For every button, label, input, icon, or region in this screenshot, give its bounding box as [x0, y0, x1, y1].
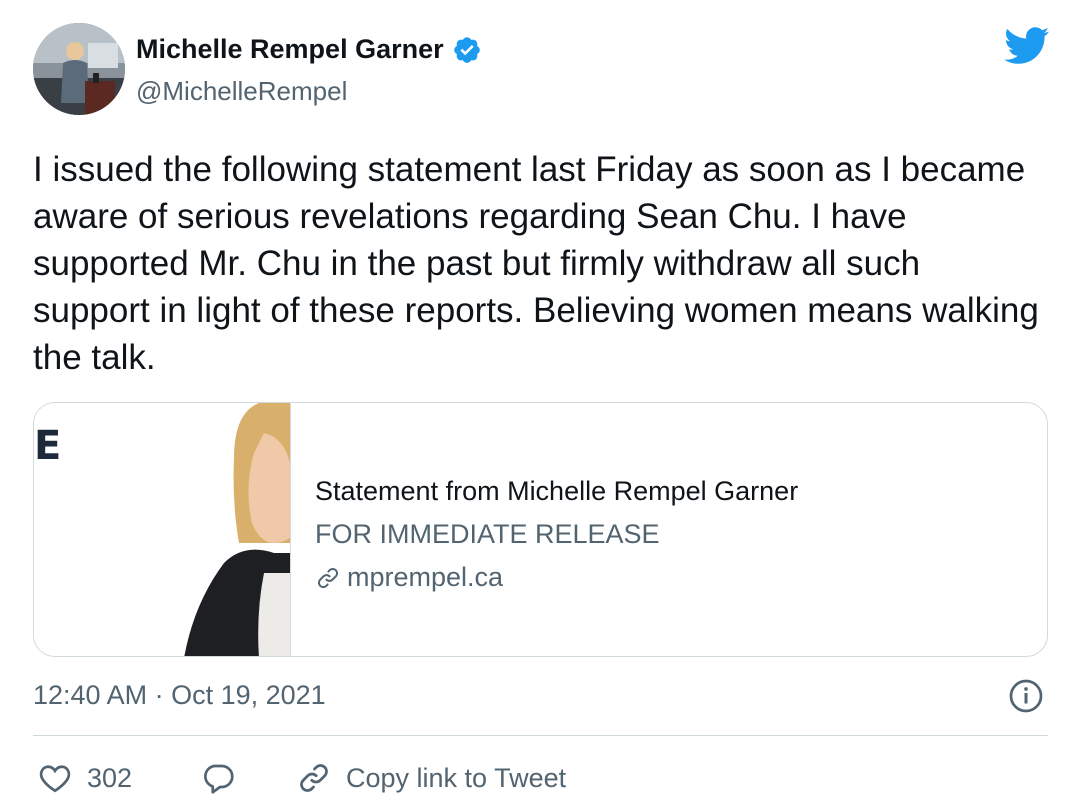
reply-icon	[204, 764, 234, 794]
author-handle[interactable]: @MichelleRempel	[136, 76, 347, 107]
card-image-letter: E	[34, 423, 62, 469]
link-card[interactable]: E Statement from Michelle Rempel Garner …	[33, 402, 1048, 657]
link-card-description: FOR IMMEDIATE RELEASE	[315, 519, 660, 549]
verified-badge-icon	[453, 36, 480, 63]
author-display-name[interactable]: Michelle Rempel Garner	[136, 34, 482, 65]
twitter-bird-icon[interactable]	[1004, 27, 1050, 65]
link-card-domain[interactable]: mprempel.ca	[315, 562, 503, 593]
like-count: 302	[87, 762, 133, 793]
display-name-text[interactable]: Michelle Rempel Garner	[136, 34, 444, 65]
copy-link-label: Copy link to Tweet	[346, 762, 567, 793]
tweet-timestamp[interactable]: 12:40 AM · Oct 19, 2021	[33, 680, 326, 711]
link-card-domain-text[interactable]: mprempel.ca	[347, 562, 503, 593]
tweet-text: I issued the following statement last Fr…	[33, 150, 1039, 377]
like-button[interactable]: 302	[37, 758, 132, 798]
info-icon[interactable]	[1008, 678, 1044, 714]
reply-button[interactable]	[200, 758, 236, 798]
actions-divider	[33, 735, 1048, 736]
link-card-image: E	[34, 403, 291, 656]
card-portrait-image	[184, 403, 290, 656]
link-icon	[318, 567, 338, 588]
link-card-title[interactable]: Statement from Michelle Rempel Garner	[315, 476, 798, 507]
heart-icon	[39, 765, 71, 793]
copy-link-button[interactable]: Copy link to Tweet	[296, 758, 566, 798]
link-icon	[300, 764, 328, 792]
avatar-photo	[33, 23, 125, 115]
author-avatar[interactable]	[33, 23, 125, 115]
